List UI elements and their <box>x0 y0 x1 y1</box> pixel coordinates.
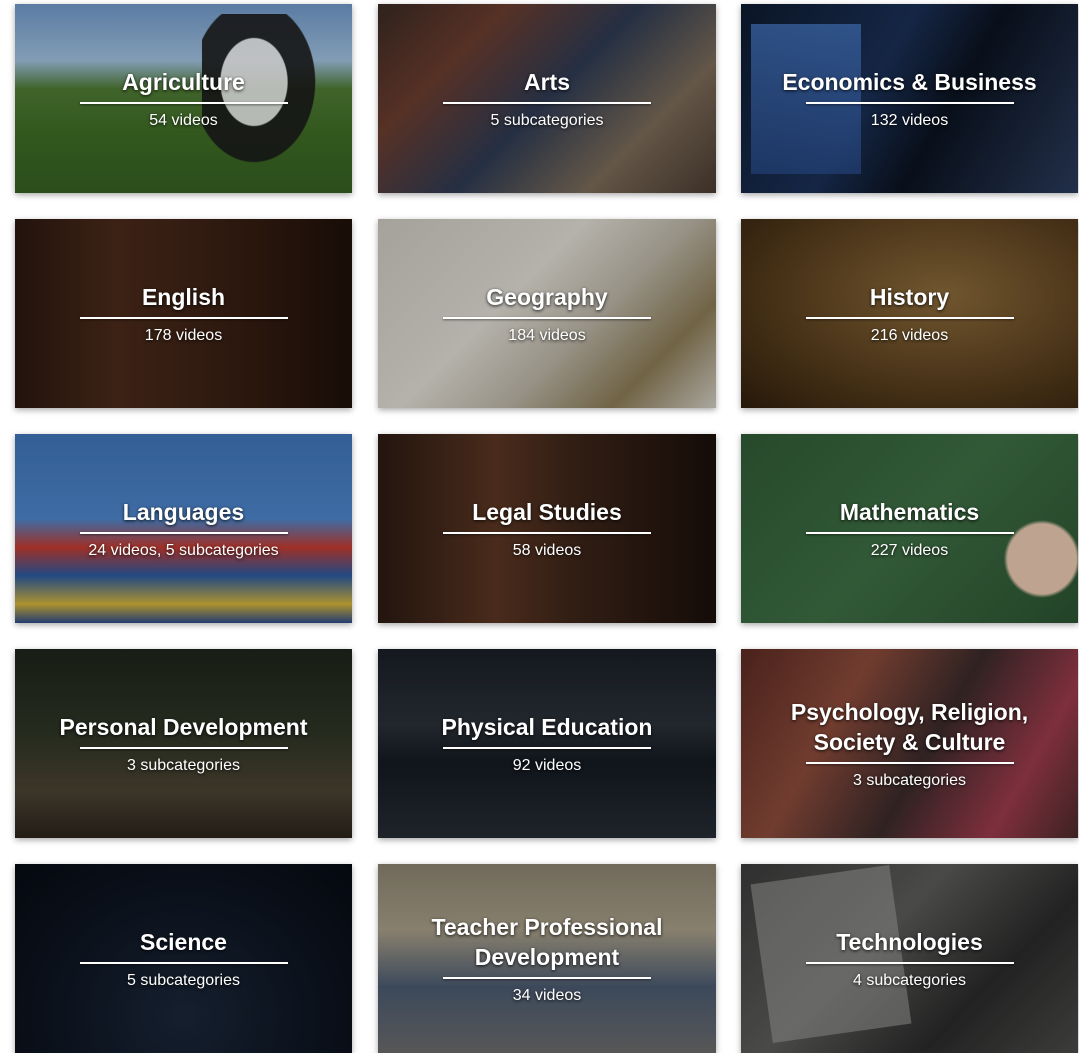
tile-divider <box>443 531 651 534</box>
tile-count: 227 videos <box>870 541 949 559</box>
category-grid: Agriculture 54 videos Arts 5 subcategori… <box>0 0 1079 1053</box>
tile-divider <box>805 761 1014 764</box>
tile-divider <box>443 101 651 104</box>
category-tile-economics-business[interactable]: Economics & Business 132 videos <box>741 4 1078 193</box>
category-tile-english[interactable]: English 178 videos <box>15 219 352 408</box>
tile-divider <box>79 961 288 964</box>
tile-title: Teacher Professional Development <box>431 913 663 970</box>
tile-title: English <box>141 283 226 310</box>
tile-title: Economics & Business <box>782 68 1037 95</box>
tile-divider <box>79 101 288 104</box>
tile-divider <box>805 531 1014 534</box>
tile-count: 54 videos <box>149 111 218 129</box>
tile-divider <box>443 316 651 319</box>
tile-divider <box>79 316 288 319</box>
tile-count: 216 videos <box>870 326 949 344</box>
tile-title: Psychology, Religion, Society & Culture <box>790 698 1029 755</box>
category-tile-agriculture[interactable]: Agriculture 54 videos <box>15 4 352 193</box>
category-tile-physical-education[interactable]: Physical Education 92 videos <box>378 649 716 838</box>
tile-count: 178 videos <box>144 326 223 344</box>
tile-title: Mathematics <box>839 498 980 525</box>
tile-title: Legal Studies <box>472 498 622 525</box>
category-tile-technologies[interactable]: Technologies 4 subcategories <box>741 864 1078 1053</box>
tile-count: 3 subcategories <box>127 756 240 774</box>
category-tile-geography[interactable]: Geography 184 videos <box>378 219 716 408</box>
tile-title: Arts <box>523 68 570 95</box>
category-tile-psychology-religion-society-culture[interactable]: Psychology, Religion, Society & Culture … <box>741 649 1078 838</box>
tile-title: History <box>869 283 950 310</box>
category-tile-science[interactable]: Science 5 subcategories <box>15 864 352 1053</box>
tile-count: 58 videos <box>512 541 582 559</box>
tile-count: 184 videos <box>508 326 586 344</box>
tile-divider <box>79 746 288 749</box>
tile-count: 5 subcategories <box>490 111 604 129</box>
tile-count: 5 subcategories <box>127 971 240 989</box>
tile-title: Personal Development <box>59 713 308 740</box>
tile-title: Agriculture <box>122 68 245 95</box>
tile-divider <box>805 316 1014 319</box>
tile-title: Geography <box>486 283 608 310</box>
tile-divider <box>443 976 651 979</box>
category-tile-history[interactable]: History 216 videos <box>741 219 1078 408</box>
tile-title: Technologies <box>836 928 983 955</box>
tile-divider <box>805 101 1014 104</box>
category-tile-languages[interactable]: Languages 24 videos, 5 subcategories <box>15 434 352 623</box>
tile-divider <box>805 961 1014 964</box>
tile-count: 34 videos <box>512 986 582 1004</box>
tile-divider <box>443 746 651 749</box>
tile-title: Languages <box>122 498 245 525</box>
tile-count: 3 subcategories <box>853 771 966 789</box>
category-tile-teacher-professional-development[interactable]: Teacher Professional Development 34 vide… <box>378 864 716 1053</box>
tile-count: 24 videos, 5 subcategories <box>88 541 279 559</box>
tile-count: 4 subcategories <box>853 971 966 989</box>
category-tile-personal-development[interactable]: Personal Development 3 subcategories <box>15 649 352 838</box>
tile-count: 92 videos <box>512 756 582 774</box>
category-tile-legal-studies[interactable]: Legal Studies 58 videos <box>378 434 716 623</box>
tile-title: Science <box>140 928 227 955</box>
category-tile-mathematics[interactable]: Mathematics 227 videos <box>741 434 1078 623</box>
tile-count: 132 videos <box>870 111 949 129</box>
tile-title: Physical Education <box>441 713 653 740</box>
category-tile-arts[interactable]: Arts 5 subcategories <box>378 4 716 193</box>
tile-divider <box>79 531 288 534</box>
